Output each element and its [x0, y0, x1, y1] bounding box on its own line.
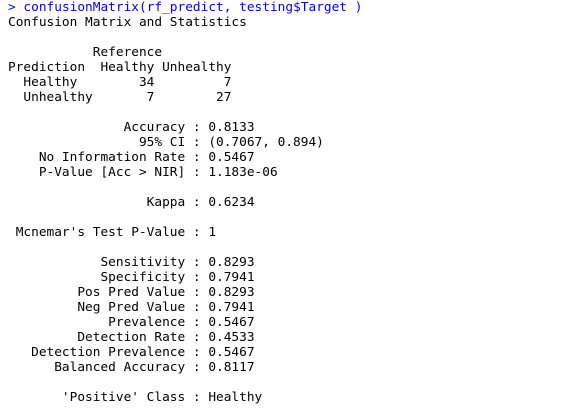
output-line: Specificity : 0.7941 — [8, 270, 255, 285]
output-line: Prediction Healthy Unhealthy — [8, 60, 232, 75]
output-line: 95% CI : (0.7067, 0.894) — [8, 135, 324, 150]
output-line: Sensitivity : 0.8293 — [8, 255, 255, 270]
output-line: Reference — [8, 45, 163, 60]
output-line: Neg Pred Value : 0.7941 — [8, 300, 255, 315]
output-line: Balanced Accuracy : 0.8117 — [8, 360, 255, 375]
output-line: Kappa : 0.6234 — [8, 195, 255, 210]
output-line: Mcnemar's Test P-Value : 1 — [8, 225, 217, 240]
console-prompt: > — [8, 0, 24, 15]
console-command: confusionMatrix(rf_predict, testing$Targ… — [23, 0, 363, 15]
output-line: Pos Pred Value : 0.8293 — [8, 285, 255, 300]
output-line: Detection Prevalence : 0.5467 — [8, 345, 255, 360]
output-line: P-Value [Acc > NIR] : 1.183e-06 — [8, 165, 278, 180]
r-console[interactable]: > confusionMatrix(rf_predict, testing$Ta… — [0, 0, 579, 415]
output-line: 'Positive' Class : Healthy — [8, 390, 263, 405]
output-line: Confusion Matrix and Statistics — [8, 15, 247, 30]
output-line: Unhealthy 7 27 — [8, 90, 232, 105]
output-line: Healthy 34 7 — [8, 75, 232, 90]
console-command-line: > confusionMatrix(rf_predict, testing$Ta… — [8, 0, 362, 15]
output-line: Accuracy : 0.8133 — [8, 120, 255, 135]
output-line: Detection Rate : 0.4533 — [8, 330, 255, 345]
output-line: Prevalence : 0.5467 — [8, 315, 255, 330]
output-line: No Information Rate : 0.5467 — [8, 150, 255, 165]
